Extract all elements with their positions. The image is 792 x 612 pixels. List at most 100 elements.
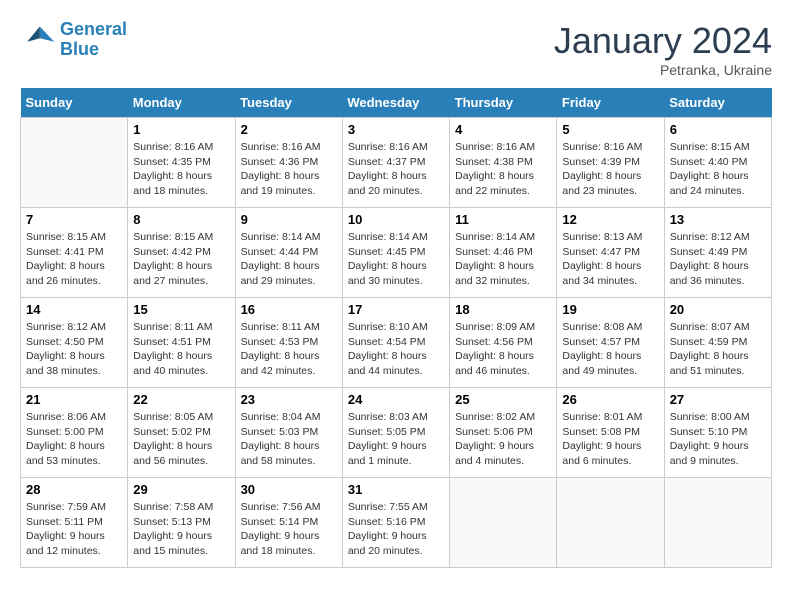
day-number: 6: [670, 122, 766, 137]
calendar-cell: 4 Sunrise: 8:16 AMSunset: 4:38 PMDaylight…: [450, 118, 557, 208]
calendar-cell: 22 Sunrise: 8:05 AMSunset: 5:02 PMDayligh…: [128, 388, 235, 478]
calendar-week-row: 14Sunrise: 8:12 AMSunset: 4:50 PMDayligh…: [21, 298, 772, 388]
calendar-week-row: 1 Sunrise: 8:16 AMSunset: 4:35 PMDaylight…: [21, 118, 772, 208]
day-info: Sunrise: 8:01 AMSunset: 5:08 PMDaylight:…: [562, 410, 658, 469]
calendar-cell: 8Sunrise: 8:15 AMSunset: 4:42 PMDaylight…: [128, 208, 235, 298]
day-info: Sunrise: 8:16 AMSunset: 4:37 PMDaylight:…: [348, 140, 444, 199]
day-info: Sunrise: 7:56 AMSunset: 5:14 PMDaylight:…: [241, 500, 337, 559]
day-number: 16: [241, 302, 337, 317]
logo: General Blue: [20, 20, 127, 60]
calendar-table: SundayMondayTuesdayWednesdayThursdayFrid…: [20, 88, 772, 568]
calendar-cell: 9 Sunrise: 8:14 AMSunset: 4:44 PMDaylight…: [235, 208, 342, 298]
day-info: Sunrise: 8:16 AMSunset: 4:35 PMDaylight:…: [133, 140, 229, 199]
calendar-cell: [557, 478, 664, 568]
calendar-cell: 7 Sunrise: 8:15 AMSunset: 4:41 PMDaylight…: [21, 208, 128, 298]
day-info: Sunrise: 8:11 AMSunset: 4:51 PMDaylight:…: [133, 320, 229, 379]
day-number: 19: [562, 302, 658, 317]
calendar-cell: 29 Sunrise: 7:58 AMSunset: 5:13 PMDayligh…: [128, 478, 235, 568]
calendar-week-row: 28 Sunrise: 7:59 AMSunset: 5:11 PMDayligh…: [21, 478, 772, 568]
calendar-cell: 19 Sunrise: 8:08 AMSunset: 4:57 PMDayligh…: [557, 298, 664, 388]
calendar-cell: 10Sunrise: 8:14 AMSunset: 4:45 PMDayligh…: [342, 208, 449, 298]
calendar-cell: 6 Sunrise: 8:15 AMSunset: 4:40 PMDaylight…: [664, 118, 771, 208]
day-number: 2: [241, 122, 337, 137]
day-number: 1: [133, 122, 229, 137]
title-block: January 2024 Petranka, Ukraine: [554, 20, 772, 78]
day-info: Sunrise: 8:15 AMSunset: 4:41 PMDaylight:…: [26, 230, 122, 289]
calendar-cell: 23Sunrise: 8:04 AMSunset: 5:03 PMDayligh…: [235, 388, 342, 478]
day-number: 22: [133, 392, 229, 407]
calendar-cell: 21 Sunrise: 8:06 AMSunset: 5:00 PMDayligh…: [21, 388, 128, 478]
day-number: 7: [26, 212, 122, 227]
logo-line1: General: [60, 19, 127, 39]
day-number: 13: [670, 212, 766, 227]
calendar-cell: 14Sunrise: 8:12 AMSunset: 4:50 PMDayligh…: [21, 298, 128, 388]
calendar-cell: 24Sunrise: 8:03 AMSunset: 5:05 PMDayligh…: [342, 388, 449, 478]
calendar-cell: [664, 478, 771, 568]
location-subtitle: Petranka, Ukraine: [554, 62, 772, 78]
day-number: 28: [26, 482, 122, 497]
weekday-header-row: SundayMondayTuesdayWednesdayThursdayFrid…: [21, 88, 772, 118]
day-info: Sunrise: 8:04 AMSunset: 5:03 PMDaylight:…: [241, 410, 337, 469]
calendar-cell: 26 Sunrise: 8:01 AMSunset: 5:08 PMDayligh…: [557, 388, 664, 478]
day-info: Sunrise: 8:02 AMSunset: 5:06 PMDaylight:…: [455, 410, 551, 469]
day-info: Sunrise: 8:09 AMSunset: 4:56 PMDaylight:…: [455, 320, 551, 379]
day-info: Sunrise: 8:12 AMSunset: 4:49 PMDaylight:…: [670, 230, 766, 289]
day-info: Sunrise: 8:08 AMSunset: 4:57 PMDaylight:…: [562, 320, 658, 379]
day-number: 29: [133, 482, 229, 497]
logo-icon: [20, 22, 56, 58]
day-number: 24: [348, 392, 444, 407]
day-number: 26: [562, 392, 658, 407]
day-info: Sunrise: 8:00 AMSunset: 5:10 PMDaylight:…: [670, 410, 766, 469]
calendar-body: 1 Sunrise: 8:16 AMSunset: 4:35 PMDaylight…: [21, 118, 772, 568]
calendar-cell: [21, 118, 128, 208]
day-info: Sunrise: 7:55 AMSunset: 5:16 PMDaylight:…: [348, 500, 444, 559]
day-info: Sunrise: 8:14 AMSunset: 4:45 PMDaylight:…: [348, 230, 444, 289]
calendar-cell: 5Sunrise: 8:16 AMSunset: 4:39 PMDaylight…: [557, 118, 664, 208]
day-number: 15: [133, 302, 229, 317]
day-info: Sunrise: 8:15 AMSunset: 4:40 PMDaylight:…: [670, 140, 766, 199]
day-number: 30: [241, 482, 337, 497]
day-number: 12: [562, 212, 658, 227]
calendar-cell: 25 Sunrise: 8:02 AMSunset: 5:06 PMDayligh…: [450, 388, 557, 478]
day-info: Sunrise: 8:05 AMSunset: 5:02 PMDaylight:…: [133, 410, 229, 469]
calendar-cell: 13 Sunrise: 8:12 AMSunset: 4:49 PMDayligh…: [664, 208, 771, 298]
calendar-cell: 12Sunrise: 8:13 AMSunset: 4:47 PMDayligh…: [557, 208, 664, 298]
day-number: 9: [241, 212, 337, 227]
day-number: 27: [670, 392, 766, 407]
weekday-header: Wednesday: [342, 88, 449, 118]
day-number: 3: [348, 122, 444, 137]
calendar-cell: 15 Sunrise: 8:11 AMSunset: 4:51 PMDayligh…: [128, 298, 235, 388]
calendar-cell: 31Sunrise: 7:55 AMSunset: 5:16 PMDayligh…: [342, 478, 449, 568]
day-info: Sunrise: 8:11 AMSunset: 4:53 PMDaylight:…: [241, 320, 337, 379]
day-info: Sunrise: 8:14 AMSunset: 4:46 PMDaylight:…: [455, 230, 551, 289]
weekday-header: Tuesday: [235, 88, 342, 118]
day-number: 8: [133, 212, 229, 227]
day-info: Sunrise: 7:58 AMSunset: 5:13 PMDaylight:…: [133, 500, 229, 559]
calendar-cell: 17 Sunrise: 8:10 AMSunset: 4:54 PMDayligh…: [342, 298, 449, 388]
calendar-week-row: 21 Sunrise: 8:06 AMSunset: 5:00 PMDayligh…: [21, 388, 772, 478]
day-info: Sunrise: 8:14 AMSunset: 4:44 PMDaylight:…: [241, 230, 337, 289]
logo-line2: Blue: [60, 40, 127, 60]
day-info: Sunrise: 8:10 AMSunset: 4:54 PMDaylight:…: [348, 320, 444, 379]
calendar-cell: 11 Sunrise: 8:14 AMSunset: 4:46 PMDayligh…: [450, 208, 557, 298]
day-number: 4: [455, 122, 551, 137]
day-number: 21: [26, 392, 122, 407]
day-number: 25: [455, 392, 551, 407]
day-number: 18: [455, 302, 551, 317]
calendar-cell: 18 Sunrise: 8:09 AMSunset: 4:56 PMDayligh…: [450, 298, 557, 388]
day-number: 17: [348, 302, 444, 317]
calendar-cell: 2 Sunrise: 8:16 AMSunset: 4:36 PMDaylight…: [235, 118, 342, 208]
calendar-cell: 16 Sunrise: 8:11 AMSunset: 4:53 PMDayligh…: [235, 298, 342, 388]
month-title: January 2024: [554, 20, 772, 62]
day-info: Sunrise: 8:06 AMSunset: 5:00 PMDaylight:…: [26, 410, 122, 469]
calendar-cell: 30 Sunrise: 7:56 AMSunset: 5:14 PMDayligh…: [235, 478, 342, 568]
calendar-cell: [450, 478, 557, 568]
day-info: Sunrise: 8:16 AMSunset: 4:36 PMDaylight:…: [241, 140, 337, 199]
day-number: 11: [455, 212, 551, 227]
day-info: Sunrise: 8:16 AMSunset: 4:38 PMDaylight:…: [455, 140, 551, 199]
calendar-cell: 27 Sunrise: 8:00 AMSunset: 5:10 PMDayligh…: [664, 388, 771, 478]
calendar-header: SundayMondayTuesdayWednesdayThursdayFrid…: [21, 88, 772, 118]
weekday-header: Sunday: [21, 88, 128, 118]
day-info: Sunrise: 7:59 AMSunset: 5:11 PMDaylight:…: [26, 500, 122, 559]
calendar-cell: 1 Sunrise: 8:16 AMSunset: 4:35 PMDaylight…: [128, 118, 235, 208]
